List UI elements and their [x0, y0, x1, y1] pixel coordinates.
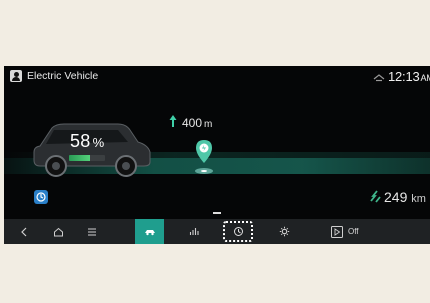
stats-icon: [189, 228, 199, 235]
battery-fill: [69, 155, 90, 161]
status-bar: Electric Vehicle 12:13AM: [4, 66, 430, 88]
range-value: 249: [384, 189, 408, 205]
arrow-up-icon: [169, 115, 177, 127]
menu-button[interactable]: [80, 219, 104, 244]
turn-distance: 400 m: [182, 116, 212, 130]
battery-percent-sign: %: [92, 135, 105, 150]
home-icon: [53, 227, 63, 236]
settings-icon: [279, 226, 289, 237]
signal-icon: [373, 74, 385, 82]
range-unit: km: [411, 193, 426, 205]
off-label: Off: [348, 227, 359, 236]
clock-time: 12:13: [388, 69, 420, 84]
distance-value: 400: [182, 116, 203, 130]
ev-icon: [144, 229, 155, 235]
clock: 12:13AM: [388, 69, 430, 84]
play-off-toggle[interactable]: Off: [331, 219, 371, 244]
profile-icon[interactable]: [10, 70, 22, 82]
drive-mode-icon[interactable]: [34, 190, 48, 204]
distance-unit: m: [204, 119, 213, 130]
play-icon: [331, 225, 343, 238]
battery-percent-value: 58: [70, 131, 91, 151]
ev-screen: Electric Vehicle 12:13AM 58% 400m: [4, 66, 430, 244]
menu-icon: [88, 228, 96, 235]
settings-button[interactable]: [270, 219, 298, 244]
clock-suffix: AM: [420, 73, 430, 83]
battery-bar: [69, 155, 105, 161]
driving-range: 249 km: [384, 189, 426, 205]
back-icon: [21, 227, 27, 236]
charging-pin-icon[interactable]: [193, 138, 215, 178]
range-icon: [370, 190, 381, 203]
battery-percentage: 58%: [70, 131, 104, 152]
ev-button[interactable]: [135, 219, 164, 244]
home-button[interactable]: [46, 219, 70, 244]
back-button[interactable]: [12, 219, 36, 244]
app-title: Electric Vehicle: [27, 70, 99, 82]
bottom-bar: Off: [4, 219, 430, 244]
page-indicator: [213, 212, 221, 214]
stats-button[interactable]: [180, 219, 208, 244]
focus-ring: [223, 221, 253, 242]
